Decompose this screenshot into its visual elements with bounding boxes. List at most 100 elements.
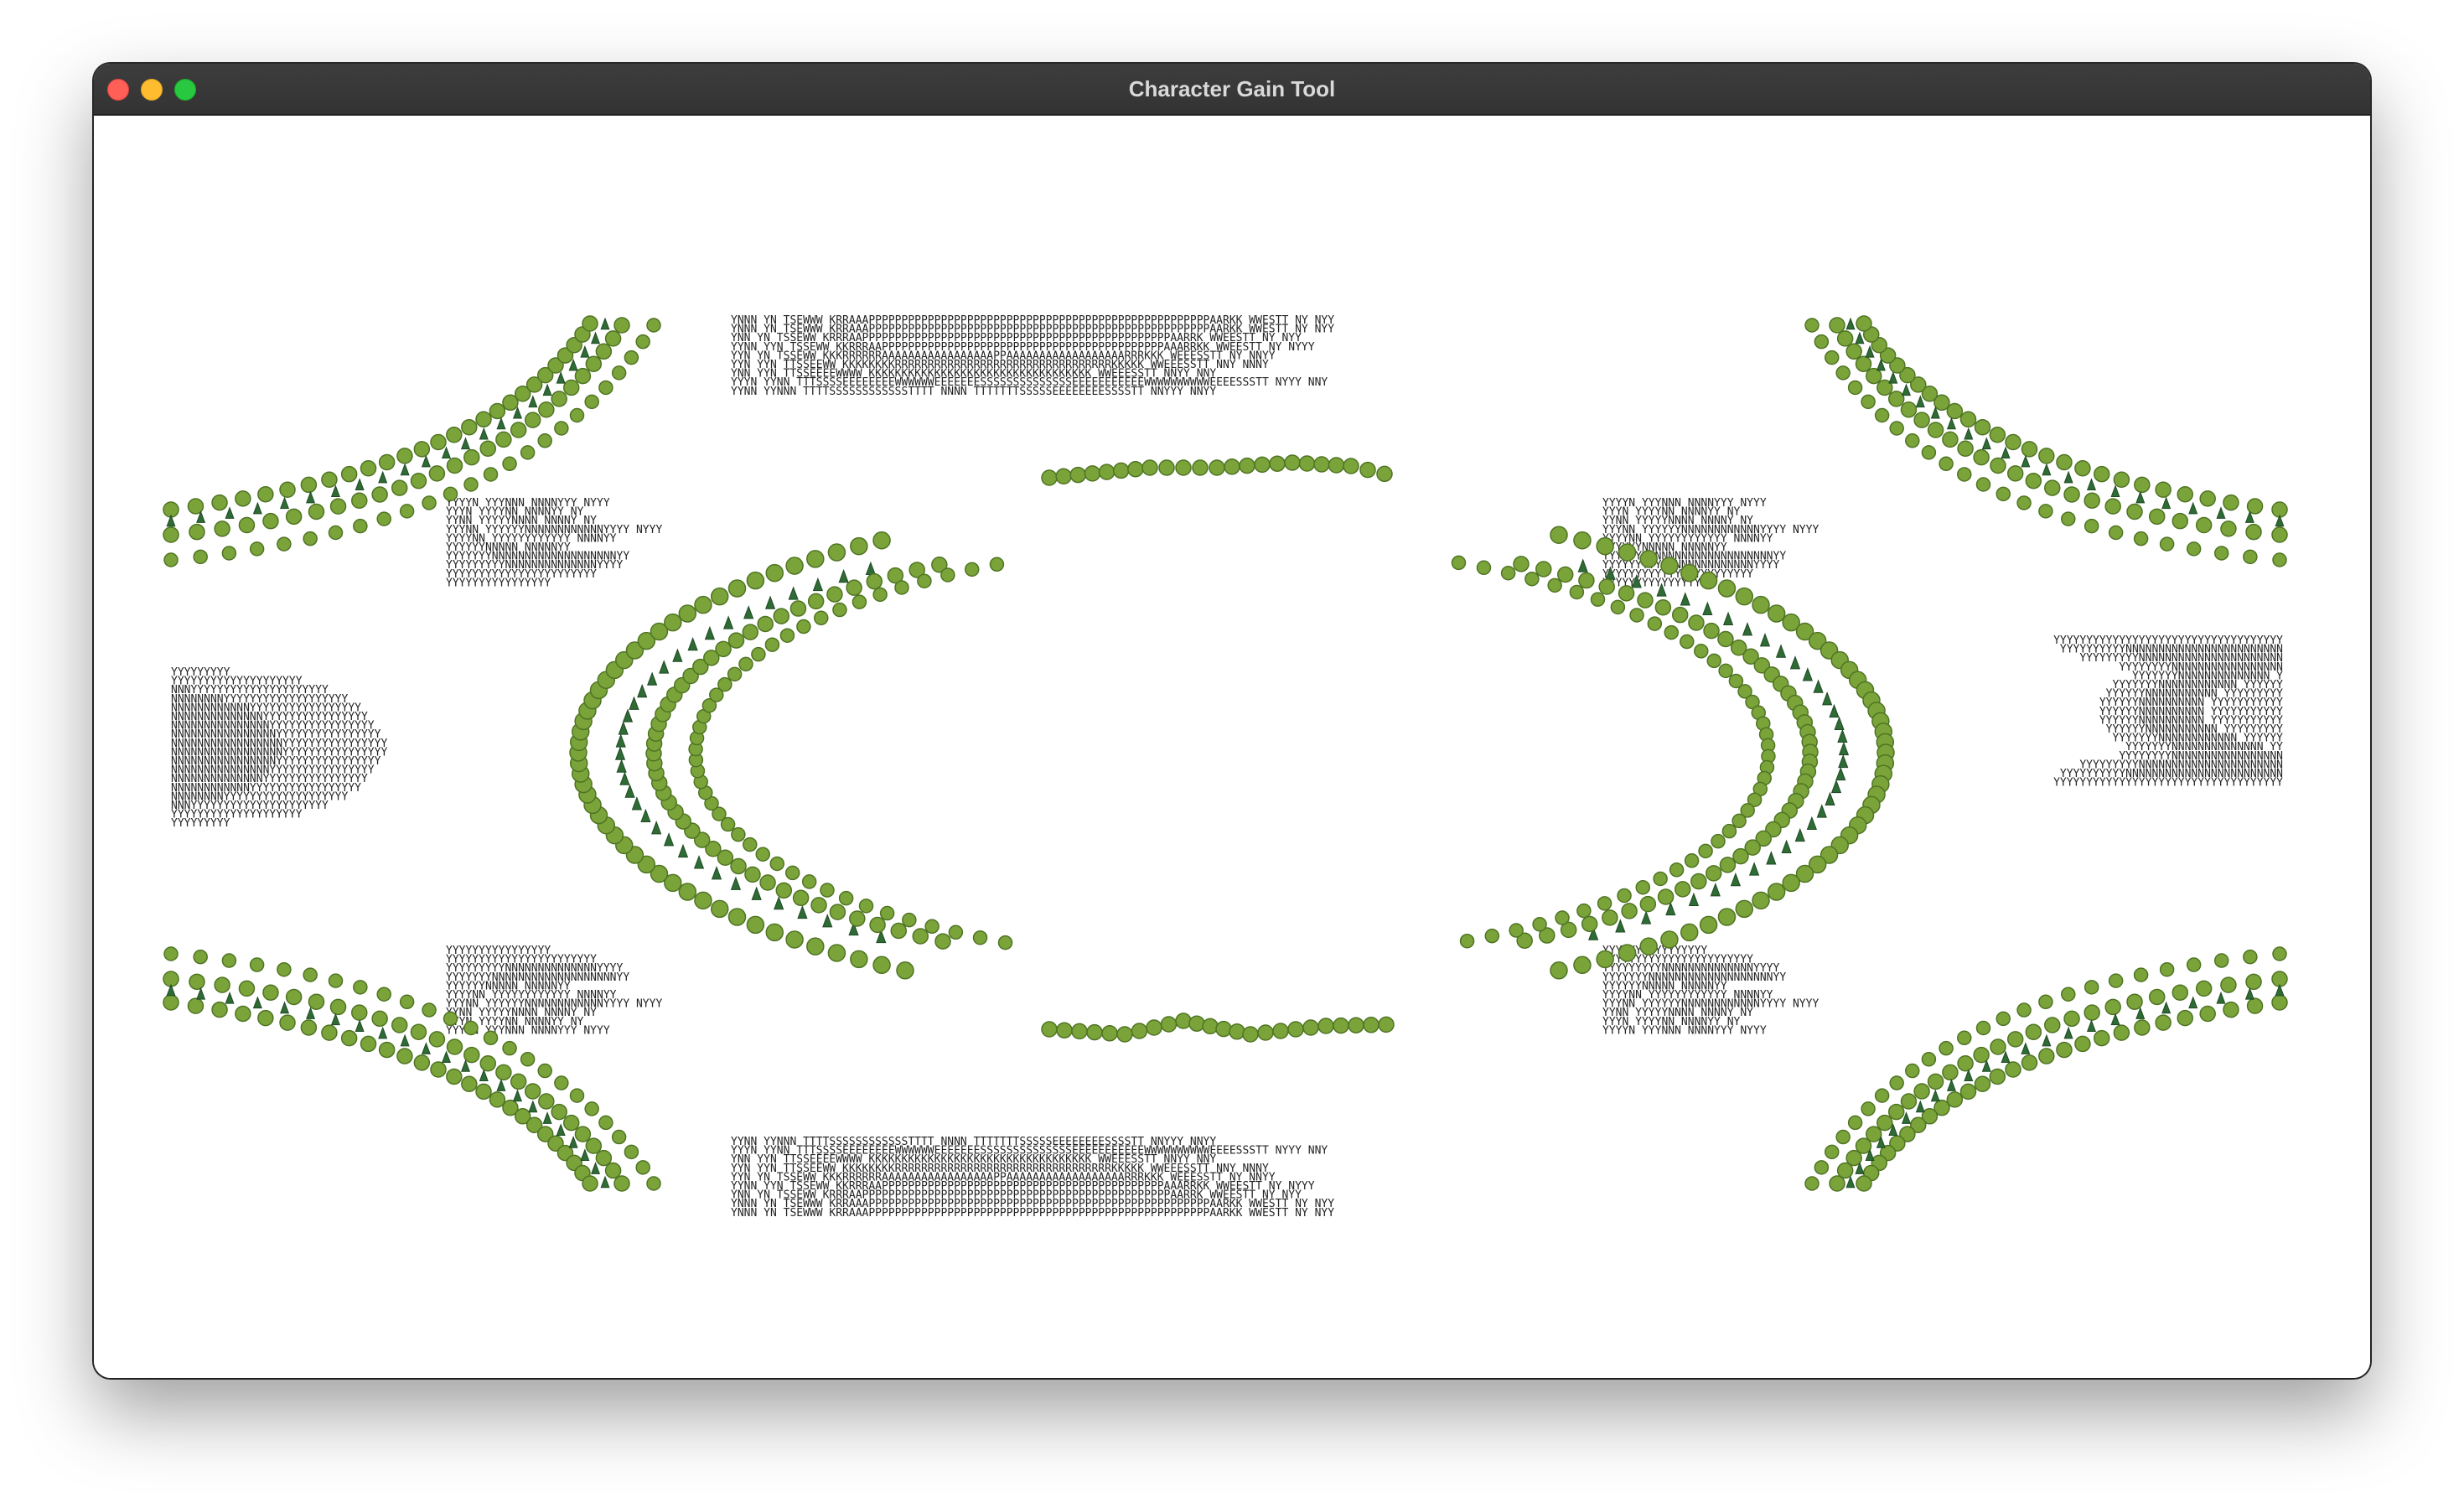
round-tree-icon	[773, 608, 790, 624]
round-tree-icon	[2005, 1061, 2021, 1078]
round-tree-icon	[2044, 1017, 2061, 1033]
round-tree-icon	[1284, 454, 1301, 471]
round-tree-icon	[1535, 561, 1552, 577]
character-map[interactable]: YNNN YN TSEWWW KRRAAAPPPPPPPPPPPPPPPPPPP…	[94, 116, 2370, 1378]
round-tree-icon	[1602, 909, 1618, 926]
pine-tree-icon	[556, 1123, 566, 1136]
round-tree-icon	[595, 343, 613, 360]
round-tree-icon	[495, 431, 512, 448]
round-tree-icon	[1900, 401, 1918, 418]
round-tree-icon	[2063, 486, 2080, 503]
pine-tree-icon	[400, 463, 410, 476]
round-tree-icon	[1752, 595, 1770, 614]
round-tree-icon	[1669, 862, 1685, 878]
round-tree-icon	[321, 1024, 338, 1041]
pine-tree-icon	[1901, 383, 1912, 396]
round-tree-icon	[2134, 476, 2151, 494]
round-tree-icon	[422, 495, 437, 510]
round-tree-icon	[1596, 536, 1614, 556]
round-tree-icon	[1680, 563, 1699, 583]
window-title: Character Gain Tool	[1128, 76, 1336, 101]
pine-tree-icon	[1806, 816, 1817, 831]
round-tree-icon	[2038, 1048, 2055, 1064]
round-tree-icon	[1664, 624, 1680, 640]
map-canvas-area[interactable]: YNNN YN TSEWWW KRRAAAPPPPPPPPPPPPPPPPPPP…	[94, 116, 2370, 1378]
round-tree-icon	[1101, 1025, 1118, 1042]
round-tree-icon	[1957, 440, 1974, 458]
pine-tree-icon	[225, 506, 235, 519]
round-tree-icon	[710, 899, 729, 919]
pine-tree-icon	[1775, 644, 1787, 658]
pine-tree-icon	[797, 904, 808, 919]
round-tree-icon	[300, 1019, 318, 1036]
round-tree-icon	[613, 1175, 630, 1192]
round-tree-icon	[285, 988, 303, 1006]
round-tree-icon	[446, 1038, 463, 1055]
round-tree-icon	[2172, 984, 2189, 1001]
round-tree-icon	[1688, 614, 1705, 631]
round-tree-icon	[2104, 498, 2121, 515]
round-tree-icon	[510, 1073, 527, 1090]
pine-tree-icon	[378, 470, 388, 484]
round-tree-icon	[646, 1176, 661, 1191]
round-tree-icon	[1298, 455, 1316, 472]
round-tree-icon	[792, 889, 810, 907]
round-tree-icon	[353, 980, 368, 995]
round-tree-icon	[727, 632, 745, 649]
round-tree-icon	[1671, 606, 1689, 624]
round-tree-icon	[1581, 915, 1598, 933]
round-tree-icon	[214, 521, 230, 537]
round-tree-icon	[1653, 871, 1668, 887]
round-tree-icon	[1674, 881, 1691, 898]
round-tree-icon	[810, 897, 827, 914]
round-tree-icon	[664, 613, 682, 632]
round-tree-icon	[746, 915, 765, 935]
round-tree-icon	[1905, 433, 1920, 448]
round-tree-icon	[849, 910, 866, 927]
round-tree-icon	[1975, 1020, 1991, 1036]
pine-tree-icon	[590, 331, 601, 344]
round-tree-icon	[2108, 525, 2124, 541]
round-tree-icon	[1804, 318, 1820, 333]
round-tree-icon	[801, 874, 817, 889]
round-tree-icon	[569, 1088, 585, 1103]
map-row-right-block: YYYYYYYYYYYYYYYYYYYYYYYYYYYYYYYYYYY	[2053, 777, 2283, 790]
round-tree-icon	[430, 433, 447, 451]
round-tree-icon	[443, 1011, 458, 1027]
round-tree-icon	[2195, 980, 2213, 997]
round-tree-icon	[604, 1162, 622, 1179]
round-tree-icon	[520, 1052, 536, 1067]
round-tree-icon	[1942, 1064, 1959, 1081]
pine-tree-icon	[2042, 463, 2052, 476]
pine-tree-icon	[2188, 501, 2198, 515]
round-tree-icon	[1974, 418, 1991, 436]
round-tree-icon	[378, 453, 396, 471]
round-tree-icon	[743, 836, 758, 852]
pine-tree-icon	[252, 996, 262, 1009]
round-tree-icon	[461, 1075, 478, 1093]
pine-tree-icon	[441, 1050, 452, 1064]
round-tree-icon	[2084, 518, 2099, 534]
pine-tree-icon	[615, 733, 626, 748]
round-tree-icon	[1269, 455, 1286, 472]
round-tree-icon	[827, 543, 846, 562]
round-tree-icon	[2021, 1054, 2038, 1071]
round-tree-icon	[1699, 571, 1718, 590]
round-tree-icon	[869, 916, 886, 934]
round-tree-icon	[813, 610, 829, 626]
pine-tree-icon	[2063, 1026, 2073, 1039]
round-tree-icon	[2005, 433, 2021, 451]
round-tree-icon	[463, 477, 479, 492]
pine-tree-icon	[496, 417, 506, 430]
pine-tree-icon	[441, 446, 452, 459]
pine-tree-icon	[1781, 839, 1792, 854]
round-tree-icon	[1876, 1114, 1893, 1132]
round-tree-icon	[1829, 1175, 1845, 1192]
round-tree-icon	[2093, 1029, 2110, 1047]
pine-tree-icon	[1946, 417, 1956, 430]
round-tree-icon	[399, 994, 415, 1010]
round-tree-icon	[321, 471, 338, 488]
pine-tree-icon	[280, 496, 290, 510]
round-tree-icon	[537, 1063, 552, 1079]
round-tree-icon	[2038, 504, 2053, 519]
